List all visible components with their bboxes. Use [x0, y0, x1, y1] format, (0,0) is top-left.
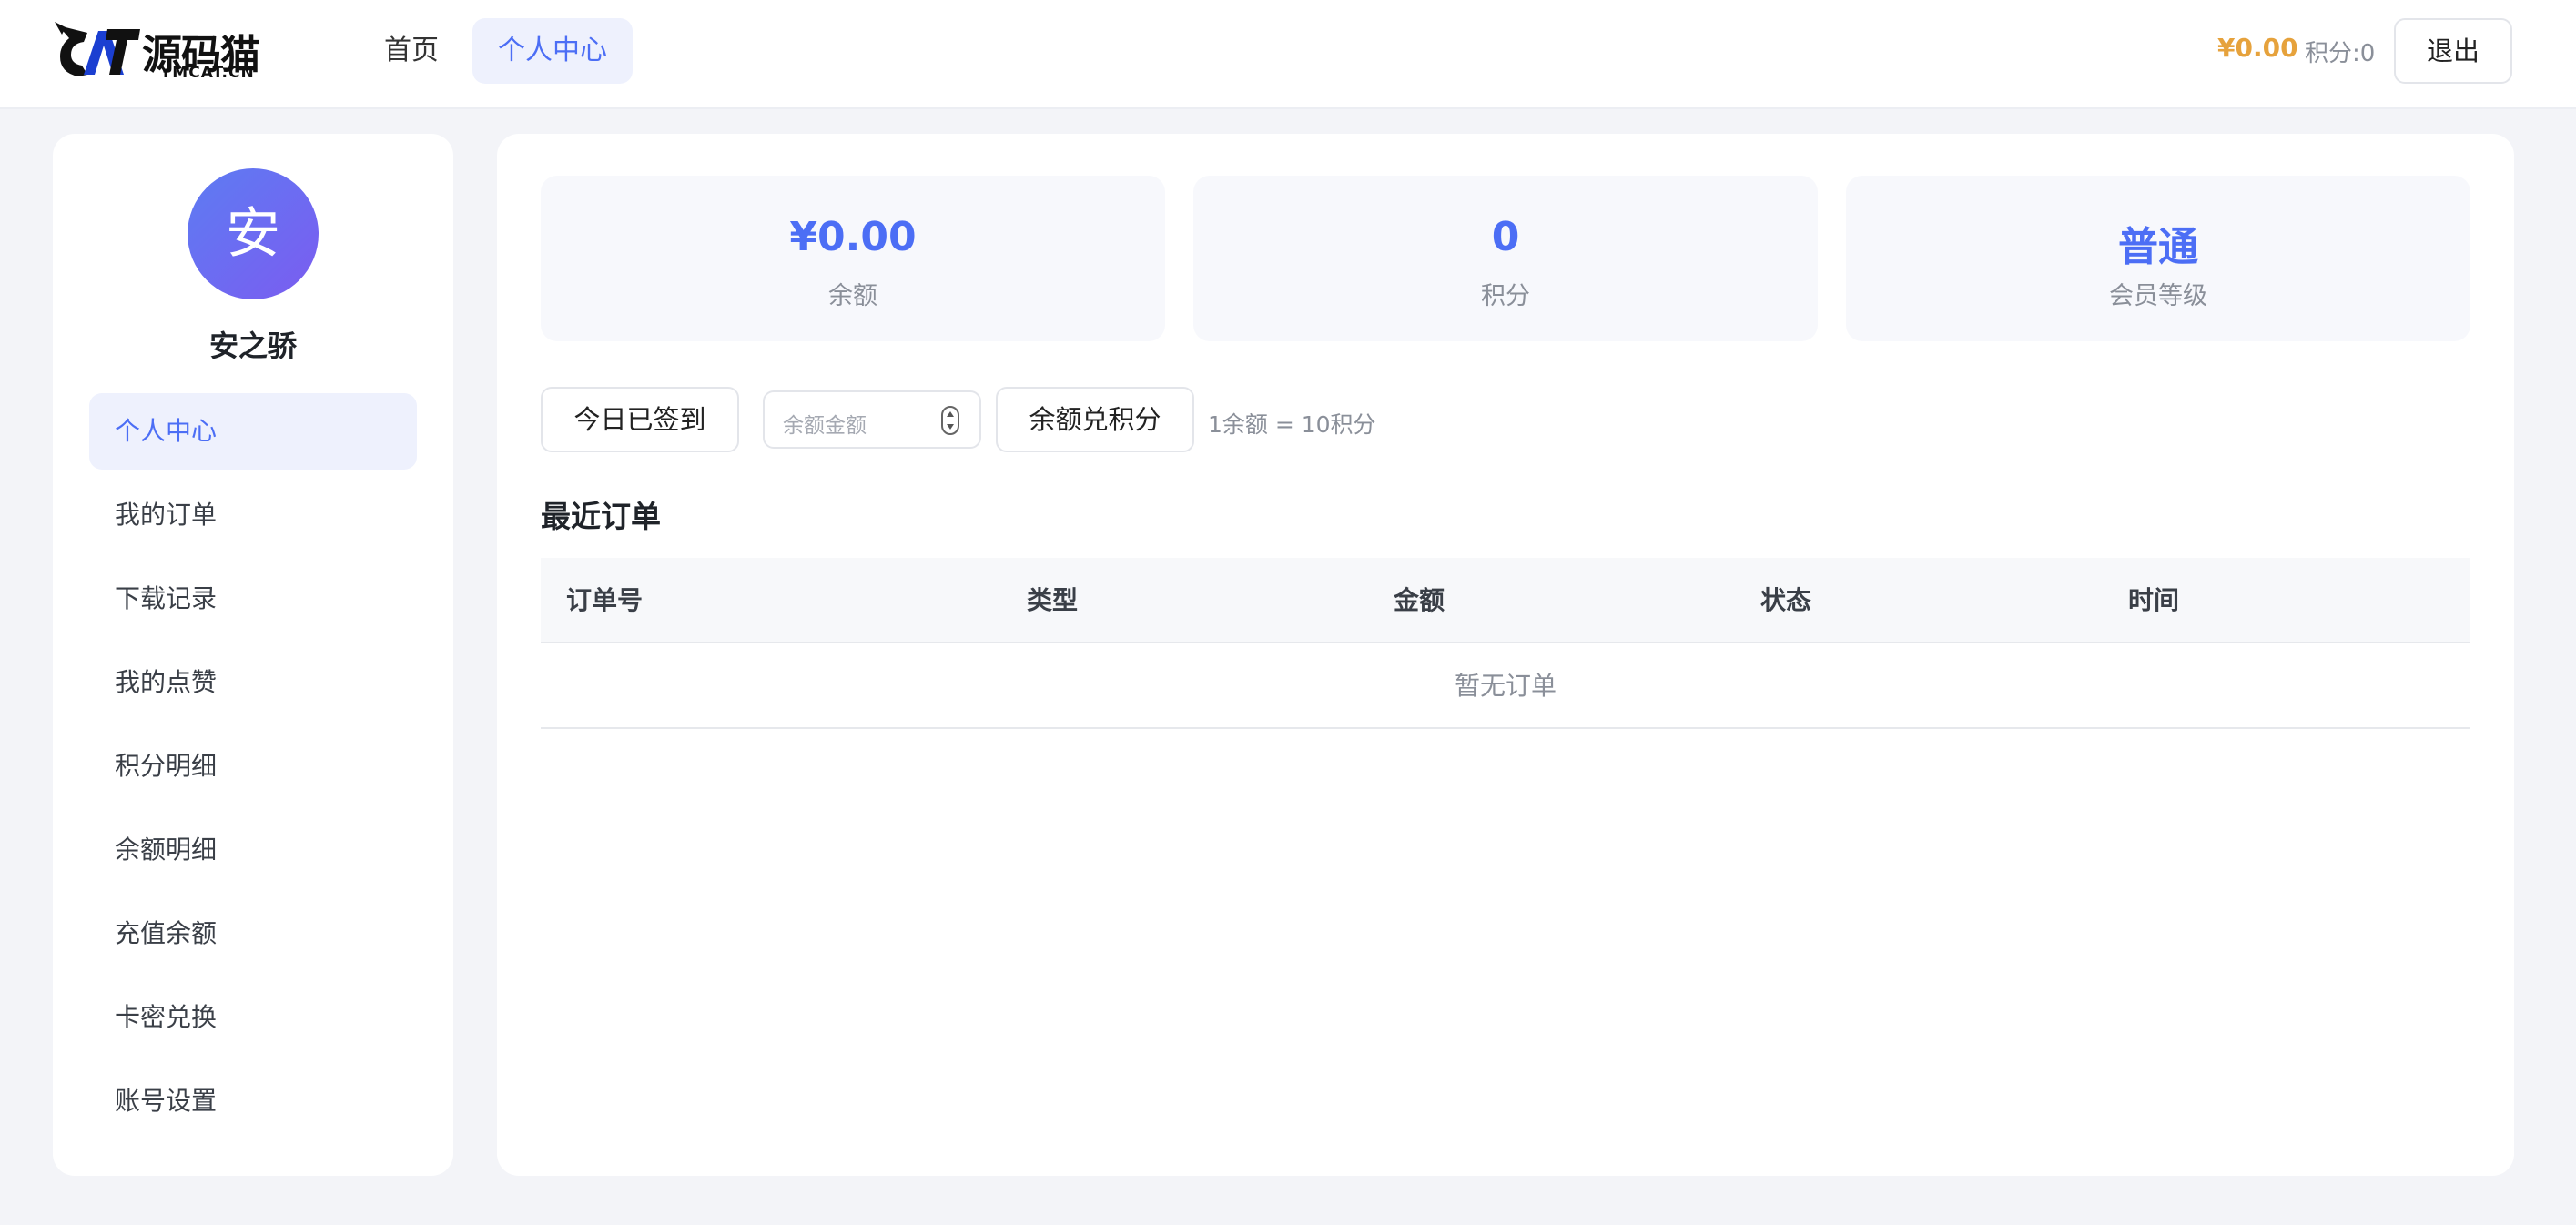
column-type: 类型	[1027, 585, 1079, 615]
sidebar: 安 安之骄 个人中心 我的订单 下载记录 我的点赞 积分明细 余额明细 充值余额…	[53, 134, 453, 1176]
sidebar-item-points-detail[interactable]: 积分明细	[89, 728, 417, 805]
sidebar-item-my-likes[interactable]: 我的点赞	[89, 644, 417, 721]
column-amount: 金额	[1394, 585, 1445, 615]
logo-subtitle: YMCAT.CN	[160, 64, 255, 82]
sidebar-item-recharge[interactable]: 充值余额	[89, 896, 417, 972]
stat-value-membership: 普通	[2118, 224, 2198, 270]
recent-orders-title: 最近订单	[541, 499, 661, 534]
exchange-rate-note: 1余额 = 10积分	[1208, 411, 1376, 438]
logout-button[interactable]: 退出	[2394, 18, 2512, 84]
sidebar-item-downloads[interactable]: 下载记录	[89, 561, 417, 637]
column-time: 时间	[2128, 585, 2180, 615]
stat-card-membership: 普通 会员等级	[1846, 176, 2470, 341]
balance-amount-input[interactable]: 余额金额	[763, 390, 981, 449]
sidebar-item-my-orders[interactable]: 我的订单	[89, 477, 417, 553]
stat-label-points: 积分	[1481, 282, 1530, 310]
sidebar-item-account-settings[interactable]: 账号设置	[89, 1063, 417, 1139]
sidebar-item-balance-detail[interactable]: 余额明细	[89, 812, 417, 888]
stat-label-balance: 余额	[828, 282, 877, 310]
balance-amount-placeholder: 余额金额	[783, 414, 867, 438]
stat-card-balance: ¥0.00 余额	[541, 176, 1165, 341]
avatar[interactable]: 安	[188, 168, 319, 299]
stat-value-points: 0	[1491, 214, 1520, 260]
top-header: 源码猫 YMCAT.CN 首页 个人中心 ¥0.00 积分:0 退出	[0, 0, 2576, 109]
orders-empty-message: 暂无订单	[541, 643, 2470, 729]
stat-card-points: 0 积分	[1193, 176, 1818, 341]
header-points: 积分:0	[2305, 40, 2376, 67]
sidebar-item-user-center[interactable]: 个人中心	[89, 393, 417, 470]
username: 安之骄	[208, 329, 297, 363]
exchange-points-button[interactable]: 余额兑积分	[996, 387, 1194, 452]
sidebar-item-card-redeem[interactable]: 卡密兑换	[89, 979, 417, 1056]
column-order-no: 订单号	[566, 585, 644, 615]
column-status: 状态	[1760, 585, 1812, 615]
header-balance: ¥0.00	[2217, 33, 2298, 63]
stat-value-balance: ¥0.00	[789, 214, 917, 260]
orders-table-header: 订单号 类型 金额 状态 时间	[541, 558, 2470, 643]
site-logo[interactable]: 源码猫 YMCAT.CN	[51, 18, 279, 84]
nav-home[interactable]: 首页	[359, 18, 464, 84]
checkin-button[interactable]: 今日已签到	[541, 387, 739, 452]
stat-label-membership: 会员等级	[2109, 282, 2207, 310]
nav-user-center[interactable]: 个人中心	[472, 18, 633, 84]
number-spinner-icon[interactable]	[941, 406, 959, 435]
cat-logo-icon	[55, 22, 140, 76]
main-panel: ¥0.00 余额 0 积分 普通 会员等级 今日已签到 余额金额 余额兑积分 1…	[497, 134, 2514, 1176]
orders-table: 订单号 类型 金额 状态 时间 暂无订单	[541, 558, 2470, 729]
